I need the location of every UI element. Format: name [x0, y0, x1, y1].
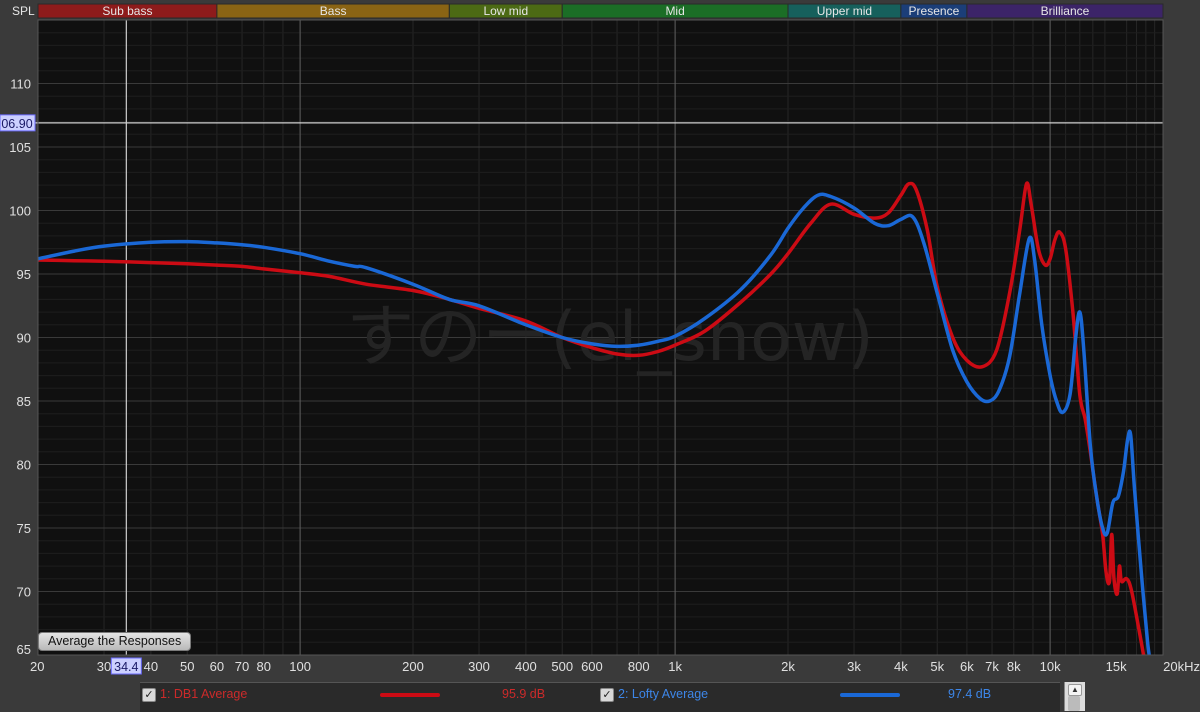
band-label: Upper mid	[817, 4, 872, 18]
x-tick-label: 800	[628, 659, 650, 674]
series-2-swatch	[840, 693, 900, 697]
average-responses-button[interactable]: Average the Responses	[38, 632, 192, 651]
x-tick-label: 600	[581, 659, 603, 674]
y-axis-title: SPL	[12, 4, 35, 18]
y-tick-label: 105	[9, 140, 31, 155]
x-tick-label: 1k	[668, 659, 682, 674]
cursor-spl-label: 06.90	[1, 117, 32, 131]
legend-scrollbar[interactable]: ▲	[1064, 682, 1085, 711]
x-tick-label: 40	[144, 659, 158, 674]
x-tick-label: 20	[30, 659, 44, 674]
watermark: すのー(el_snow)	[346, 298, 874, 377]
series-1-swatch	[380, 693, 440, 697]
series-2-name: 2: Lofty Average	[618, 687, 709, 701]
y-tick-label: 65	[17, 642, 31, 657]
x-tick-label: 200	[402, 659, 424, 674]
series-1-checkbox[interactable]: ✓	[142, 688, 156, 702]
x-tick-label: 8k	[1007, 659, 1021, 674]
y-tick-label: 95	[17, 267, 31, 282]
y-tick-label: 90	[17, 331, 31, 346]
y-tick-label: 80	[17, 458, 31, 473]
legend-bar: ✓ 1: DB1 Average 95.9 dB ✓ 2: Lofty Aver…	[140, 682, 1060, 712]
band-label: Mid	[665, 4, 684, 18]
x-tick-label: 70	[235, 659, 249, 674]
series-1-value: 95.9 dB	[502, 687, 546, 701]
y-tick-label: 70	[17, 585, 31, 600]
x-tick-label: 10k	[1040, 659, 1061, 674]
x-tick-label: 6k	[960, 659, 974, 674]
x-tick-label: 500	[551, 659, 573, 674]
x-tick-label: 80	[257, 659, 271, 674]
x-tick-label: 50	[180, 659, 194, 674]
x-tick-label: 300	[468, 659, 490, 674]
cursor-freq-label: 34.4	[114, 660, 138, 674]
y-tick-label: 100	[9, 204, 31, 219]
frequency-response-chart: Sub bass Bass Low mid Mid Upper mid Presence B…	[0, 3, 1200, 675]
series-2-checkbox[interactable]: ✓	[600, 688, 614, 702]
x-tick-label: 20kHz	[1163, 659, 1200, 674]
x-tick-label: 3k	[847, 659, 861, 674]
series-1-name: 1: DB1 Average	[160, 687, 248, 701]
x-tick-label: 30	[97, 659, 111, 674]
x-tick-label: 100	[289, 659, 311, 674]
x-tick-label: 7k	[985, 659, 999, 674]
x-tick-label: 2k	[781, 659, 795, 674]
y-tick-label: 85	[17, 394, 31, 409]
band-label: Bass	[320, 4, 347, 18]
band-label: Sub bass	[102, 4, 152, 18]
scroll-up-icon[interactable]: ▲	[1068, 684, 1082, 696]
series-2-value: 97.4 dB	[948, 687, 992, 701]
scroll-thumb[interactable]	[1068, 696, 1080, 711]
band-label: Low mid	[483, 4, 528, 18]
band-label: Brilliance	[1041, 4, 1090, 18]
x-tick-label: 15k	[1106, 659, 1127, 674]
x-tick-label: 4k	[894, 659, 908, 674]
x-tick-label: 400	[515, 659, 537, 674]
y-tick-label: 110	[10, 77, 31, 92]
x-tick-label: 5k	[930, 659, 944, 674]
y-tick-label: 75	[17, 521, 31, 536]
x-tick-label: 60	[210, 659, 224, 674]
band-label: Presence	[909, 4, 960, 18]
